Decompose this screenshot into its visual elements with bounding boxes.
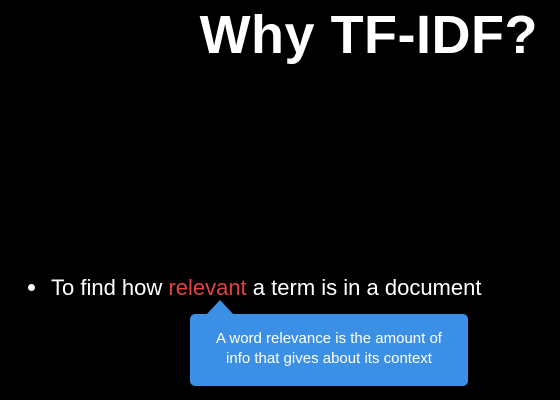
bullet-text-before: To find how bbox=[51, 275, 169, 300]
bullet-dot-icon bbox=[28, 284, 35, 292]
bullet-point: To find how relevant a term is in a docu… bbox=[28, 273, 481, 303]
tooltip-line-1: A word relevance is the amount of bbox=[216, 330, 442, 347]
highlighted-term: relevant bbox=[168, 275, 247, 300]
tooltip-arrow-icon bbox=[206, 300, 234, 315]
bullet-text-after: a term is in a document bbox=[246, 275, 482, 300]
presentation-slide: Why TF-IDF? To find how relevant a term … bbox=[0, 0, 560, 400]
definition-tooltip: A word relevance is the amount of info t… bbox=[190, 314, 468, 386]
tooltip-line-2: info that gives about its context bbox=[226, 350, 432, 367]
slide-title: Why TF-IDF? bbox=[199, 5, 538, 65]
